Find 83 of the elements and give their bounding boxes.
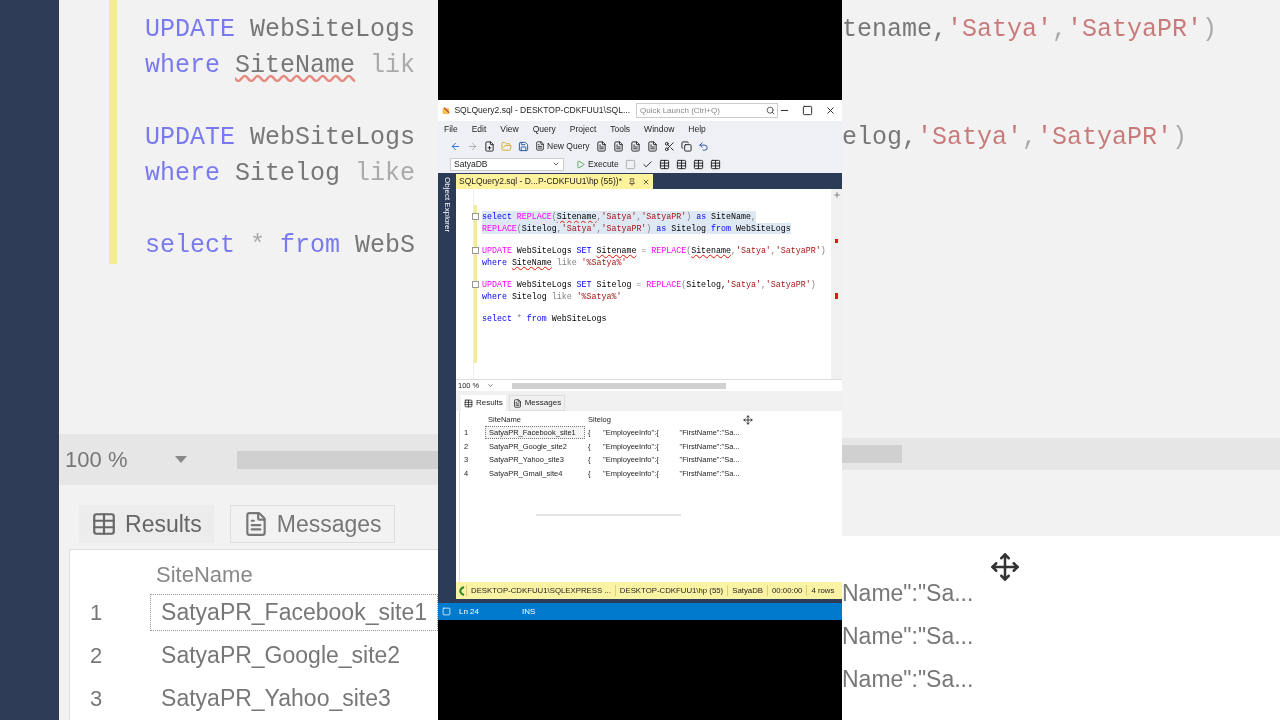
column-header: SiteName [156,561,253,589]
menu-item[interactable]: Query [532,122,556,136]
table-cell-text: SatyaPR_Google_site2 [160,641,402,671]
caret-icon [552,160,560,168]
new-file-icon[interactable] [484,140,495,152]
table-cell: SatyaPR_Facebook_site1 [150,594,438,631]
close-icon[interactable] [825,105,836,116]
document-icon[interactable] [629,140,641,152]
grid-icon[interactable] [675,158,687,170]
insert-mode: INS [522,605,536,618]
caret-icon [487,382,494,389]
grid-icon[interactable] [658,158,670,170]
search-icon[interactable] [766,106,775,115]
menu-item[interactable]: File [444,122,458,136]
code-line: select * from WebS [145,230,416,262]
line-indicator: Ln 24 [459,605,481,618]
grid-icon[interactable] [692,158,704,170]
collapse-icon[interactable] [472,213,479,221]
row-number: 2 [89,642,104,670]
scrollbar-thumb[interactable] [842,445,902,463]
code-line: where Sitelog like '%Satya%' [482,290,622,302]
table-cell-text: SatyaPR_Yahoo_site3 [160,684,392,714]
results-tab[interactable]: Messages [508,395,566,411]
code-editor[interactable] [456,189,842,379]
menu-item[interactable]: Edit [471,122,487,136]
document-tab[interactable]: SQLQuery2.sql - D...P-CDKFUU1\hp (55))* [456,174,653,189]
menu-item[interactable]: Window [644,122,675,136]
row-number: 3 [89,685,104,713]
document-icon [535,141,545,151]
grid-icon [464,398,473,408]
maximize-icon[interactable] [802,105,813,116]
results-tab[interactable]: Results [79,505,214,543]
code-line: UPDATE WebSiteLogs [145,122,416,154]
app-icon [442,104,451,117]
code-line: tename,'Satya','SatyaPR') [842,14,1218,46]
grid-icon [91,511,118,537]
cut-icon[interactable] [663,140,675,152]
check-icon[interactable] [641,158,653,170]
window-title: SQLQuery2.sql - DESKTOP-CDKFUU1\SQL... [454,104,630,117]
document-icon[interactable] [612,140,624,152]
move-cursor-icon [743,415,753,425]
menu-item[interactable]: View [500,122,519,136]
pin-icon[interactable] [627,177,636,186]
table-cell-text: Name":"Sa... [842,579,974,608]
side-panel-tab[interactable]: Object Explorer [441,177,453,233]
collapse-icon[interactable] [472,281,479,289]
table-cell-text: Name":"Sa... [842,622,974,651]
document-icon[interactable] [595,140,607,152]
connection-icon [458,585,466,596]
scrollbar-thumb[interactable] [512,382,726,389]
grid-icon[interactable] [709,158,721,170]
row-number: 1 [89,599,104,627]
code-line: select * from WebSiteLogs [482,313,607,325]
save-icon[interactable] [518,140,529,152]
quick-launch-field[interactable]: Quick Launch (Ctrl+Q) [636,103,778,118]
caret-icon [175,456,188,463]
document-icon[interactable] [646,140,658,152]
results-tab[interactable]: Results [461,395,506,411]
move-cursor-icon [990,552,1020,582]
scrollbar-thumb[interactable] [237,450,438,469]
undo-icon[interactable] [697,140,709,152]
code-line: elog,'Satya','SatyaPR') [842,122,1188,154]
play-icon [576,159,585,169]
vertical-scrollbar[interactable] [831,189,842,379]
menu-item[interactable]: Help [688,122,706,136]
collapse-icon[interactable] [472,247,479,255]
new-query-button[interactable]: New Query [535,139,590,153]
code-line: where Sitelog like [145,158,416,190]
database-dropdown[interactable]: SatyaDB [450,157,564,171]
table-cell-text: Name":"Sa... [842,665,974,694]
code-line: where SiteName like '%Satya%' [482,256,627,268]
menu-item[interactable]: Tools [610,122,631,136]
code-line: UPDATE WebSiteLogs SET Sitelog = REPLACE(Sitelog,'Satya','SatyaPR') [482,279,816,291]
code-line: UPDATE WebSiteLogs SET Sitename = REPLACE(Sitename,'Satya','SatyaPR') [482,245,826,257]
back-icon[interactable] [450,140,461,152]
code-line: UPDATE WebSiteLogs [145,14,416,46]
menu-item[interactable]: Project [569,122,597,136]
document-icon [512,398,522,408]
code-line: where SiteName lik [145,50,416,82]
copy-icon[interactable] [680,140,692,152]
execute-button[interactable]: Execute [576,157,619,171]
status-icon [442,607,451,616]
results-tab[interactable]: Messages [229,505,395,543]
